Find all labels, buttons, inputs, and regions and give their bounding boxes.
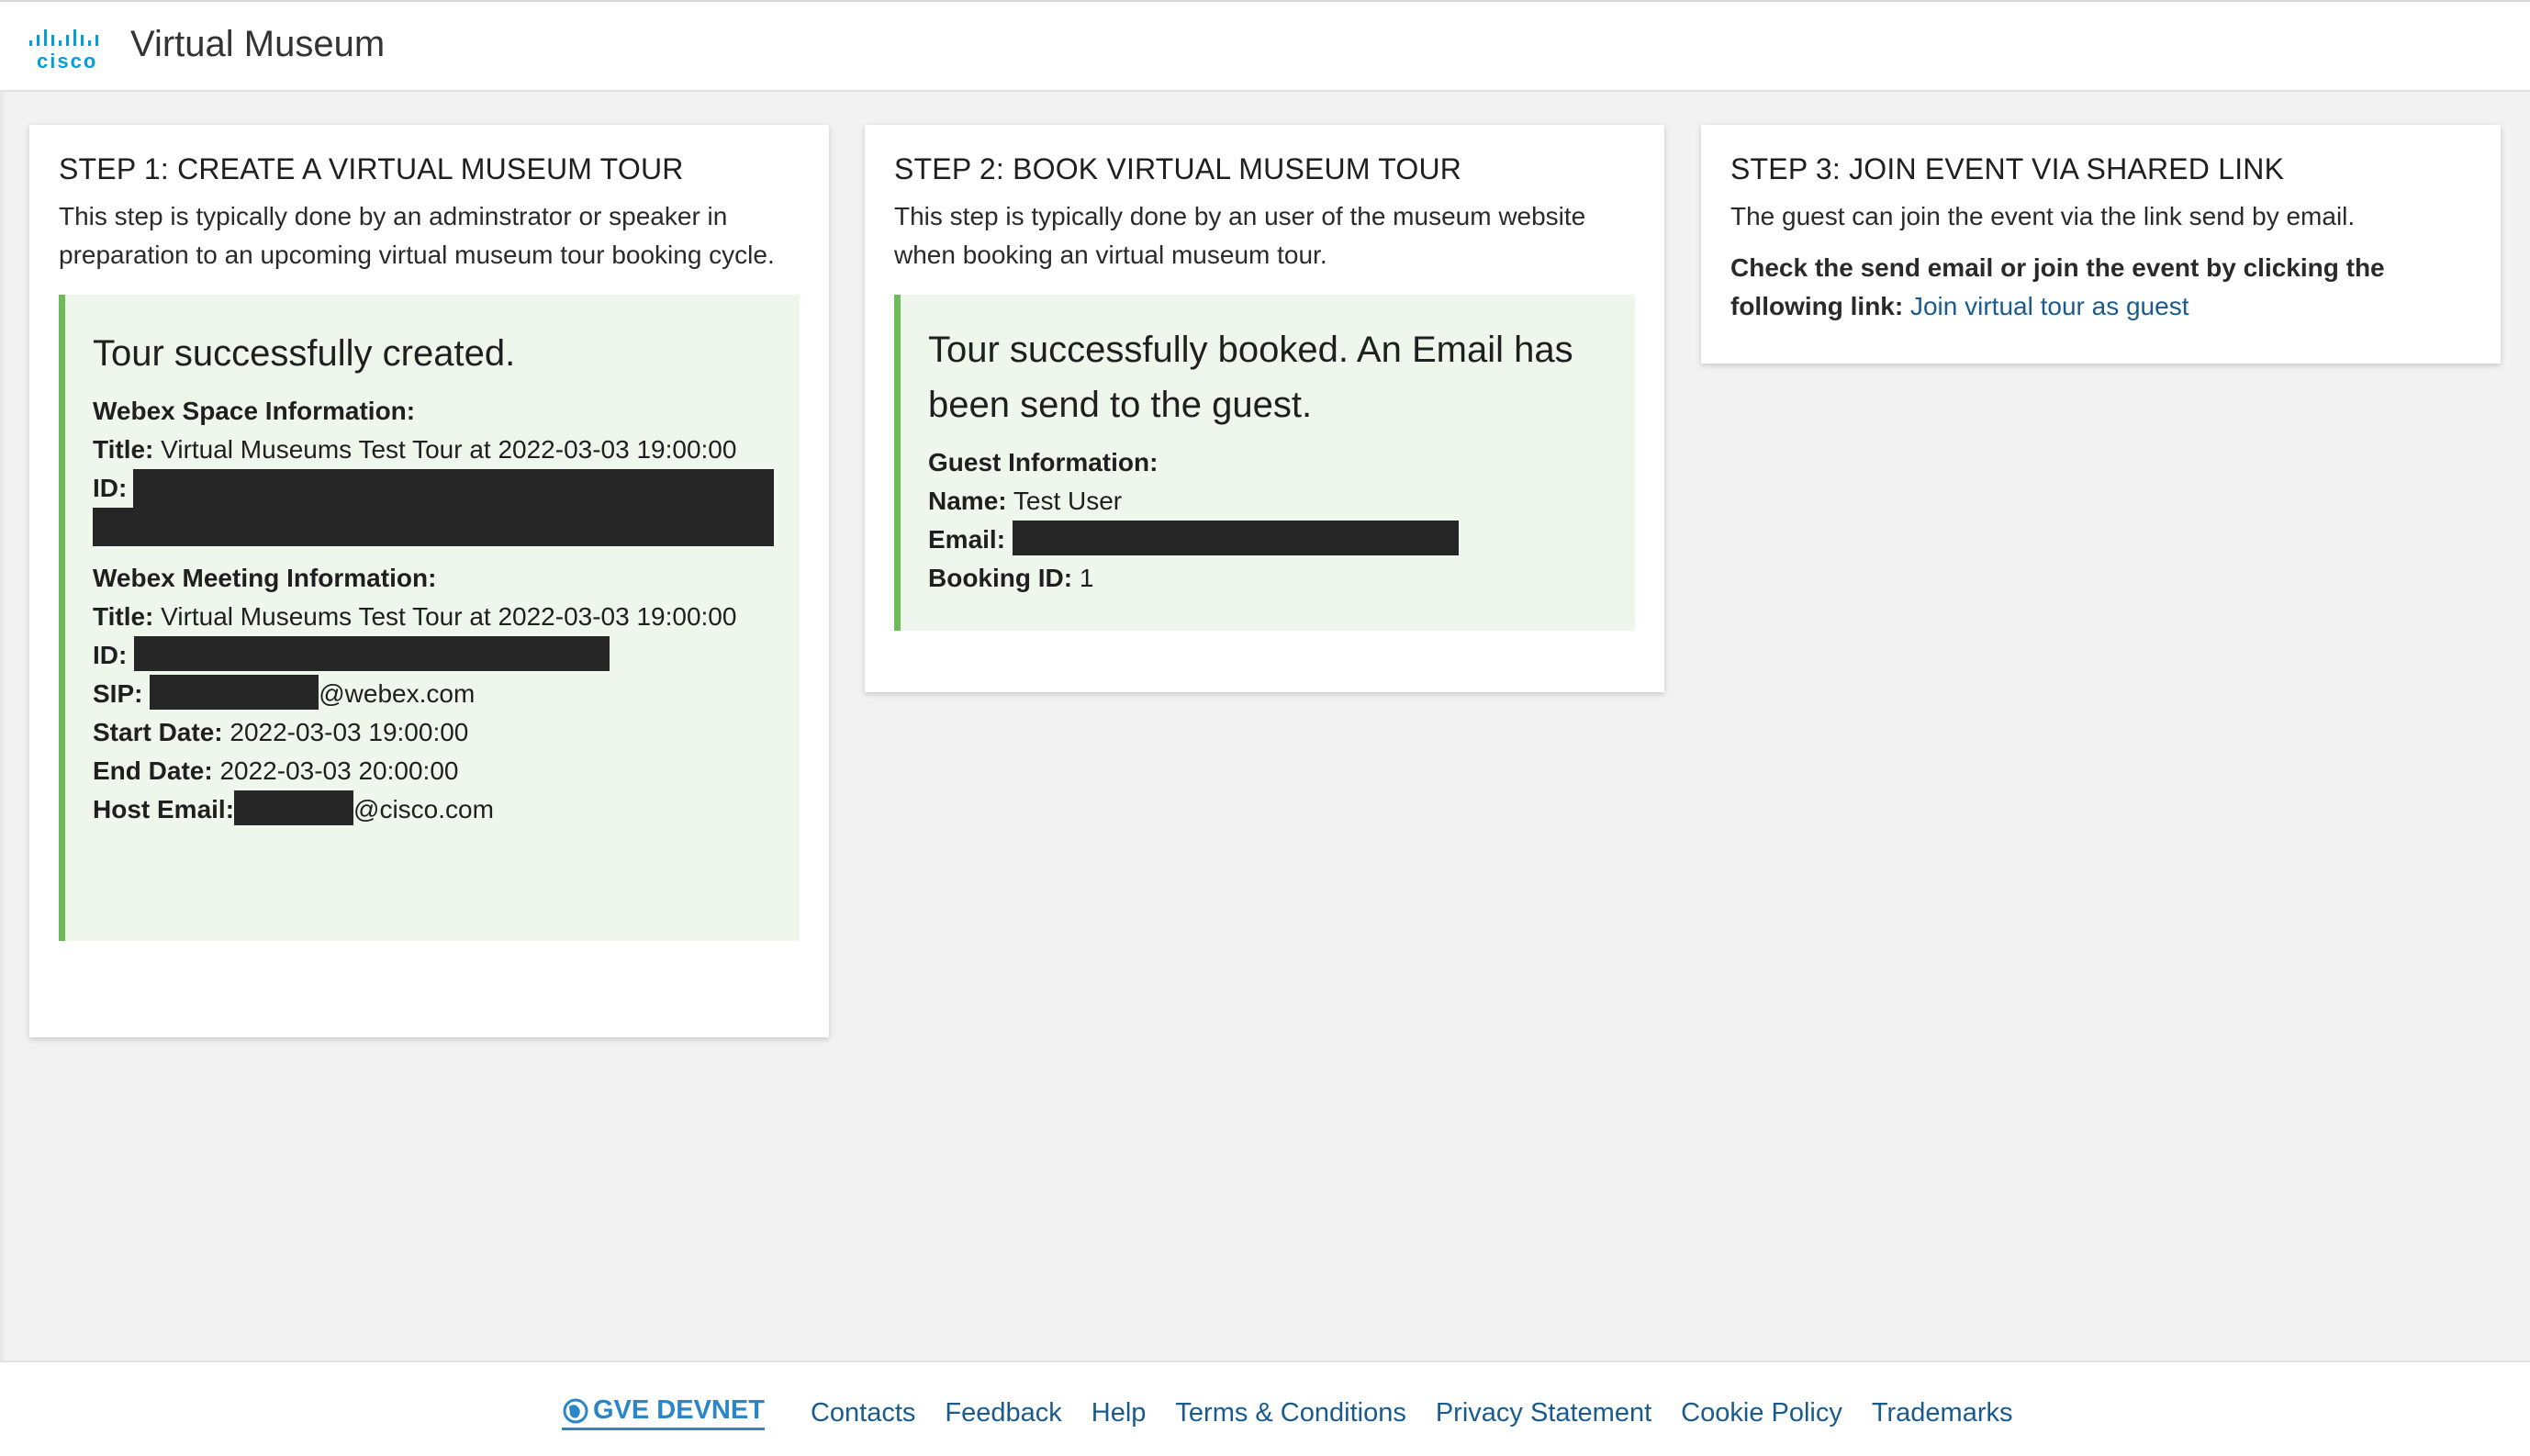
space-id-redacted-line2 bbox=[93, 508, 774, 546]
space-id-row: ID: bbox=[93, 469, 776, 546]
footer-link-cookie-policy[interactable]: Cookie Policy bbox=[1681, 1398, 1842, 1428]
step3-card: STEP 3: JOIN EVENT VIA SHARED LINK The g… bbox=[1701, 125, 2501, 364]
space-id-label: ID: bbox=[93, 474, 128, 502]
gve-devnet-text: GVE DEVNET bbox=[593, 1395, 765, 1425]
footer-link-contacts[interactable]: Contacts bbox=[811, 1398, 915, 1428]
footer-link-help[interactable]: Help bbox=[1091, 1398, 1147, 1428]
host-email-suffix: @cisco.com bbox=[353, 795, 494, 823]
space-id-redacted bbox=[133, 469, 774, 508]
guest-email-label: Email: bbox=[928, 525, 1006, 554]
step3-instruction-row: Check the send email or join the event b… bbox=[1730, 249, 2471, 326]
booking-id-value: 1 bbox=[1079, 564, 1094, 592]
step1-success-panel: Tour successfully created. Webex Space I… bbox=[59, 295, 800, 941]
space-info-heading: Webex Space Information: bbox=[93, 397, 416, 425]
app-title: Virtual Museum bbox=[130, 24, 386, 64]
step1-heading: STEP 1: CREATE A VIRTUAL MUSEUM TOUR bbox=[59, 152, 684, 185]
sip-row: SIP: @webex.com bbox=[93, 675, 776, 713]
guest-email-redacted bbox=[1012, 521, 1459, 555]
start-date-label: Start Date: bbox=[93, 718, 223, 746]
end-date-value: 2022-03-03 20:00:00 bbox=[219, 756, 459, 785]
step1-success-title: Tour successfully created. bbox=[93, 333, 516, 374]
step2-success-panel: Tour successfully booked. An Email has b… bbox=[894, 295, 1635, 631]
end-date-label: End Date: bbox=[93, 756, 213, 785]
join-tour-link[interactable]: Join virtual tour as guest bbox=[1910, 292, 2189, 320]
host-email-row: Host Email: @cisco.com bbox=[93, 790, 776, 829]
sip-redacted bbox=[150, 675, 319, 710]
globe-icon bbox=[563, 1398, 588, 1423]
guest-name-row: Name: Test User bbox=[928, 482, 1611, 521]
start-date-value: 2022-03-03 19:00:00 bbox=[229, 718, 469, 746]
step1-card: STEP 1: CREATE A VIRTUAL MUSEUM TOUR Thi… bbox=[29, 125, 829, 1037]
sip-label: SIP: bbox=[93, 679, 143, 708]
sip-suffix: @webex.com bbox=[319, 679, 476, 708]
meeting-id-label: ID: bbox=[93, 641, 128, 669]
footer-nav: GVE DEVNET Contacts Feedback Help Terms … bbox=[562, 1395, 2042, 1430]
app-header: cisco Virtual Museum bbox=[0, 0, 2530, 92]
svg-text:cisco: cisco bbox=[37, 50, 97, 72]
host-email-label: Host Email: bbox=[93, 795, 235, 823]
meeting-id-row: ID: bbox=[93, 636, 776, 675]
booking-id-label: Booking ID: bbox=[928, 564, 1073, 592]
space-title-value: Virtual Museums Test Tour at 2022-03-03 … bbox=[161, 435, 737, 464]
footer-link-privacy[interactable]: Privacy Statement bbox=[1436, 1398, 1651, 1428]
step3-description: The guest can join the event via the lin… bbox=[1730, 202, 2356, 230]
step1-description: This step is typically done by an admins… bbox=[59, 202, 775, 269]
footer-link-feedback[interactable]: Feedback bbox=[945, 1398, 1061, 1428]
meeting-title-label: Title: bbox=[93, 602, 154, 631]
meeting-id-redacted bbox=[134, 636, 610, 671]
guest-name-value: Test User bbox=[1013, 487, 1123, 515]
step3-heading: STEP 3: JOIN EVENT VIA SHARED LINK bbox=[1730, 152, 2285, 185]
guest-info-heading: Guest Information: bbox=[928, 448, 1159, 476]
cisco-logo-icon[interactable]: cisco bbox=[28, 28, 105, 72]
step2-heading: STEP 2: BOOK VIRTUAL MUSEUM TOUR bbox=[894, 152, 1462, 185]
step2-success-title: Tour successfully booked. An Email has b… bbox=[928, 330, 1573, 425]
footer-link-terms[interactable]: Terms & Conditions bbox=[1175, 1398, 1405, 1428]
meeting-info-heading: Webex Meeting Information: bbox=[93, 564, 437, 592]
page-footer: GVE DEVNET Contacts Feedback Help Terms … bbox=[0, 1361, 2530, 1456]
end-date-row: End Date: 2022-03-03 20:00:00 bbox=[93, 752, 776, 790]
space-title-row: Title: Virtual Museums Test Tour at 2022… bbox=[93, 431, 776, 469]
start-date-row: Start Date: 2022-03-03 19:00:00 bbox=[93, 713, 776, 752]
guest-email-row: Email: bbox=[928, 521, 1611, 559]
footer-link-trademarks[interactable]: Trademarks bbox=[1872, 1398, 2013, 1428]
step2-card: STEP 2: BOOK VIRTUAL MUSEUM TOUR This st… bbox=[865, 125, 1664, 692]
gve-devnet-logo[interactable]: GVE DEVNET bbox=[562, 1395, 765, 1430]
space-title-label: Title: bbox=[93, 435, 154, 464]
host-email-redacted bbox=[234, 790, 354, 825]
meeting-title-value: Virtual Museums Test Tour at 2022-03-03 … bbox=[161, 602, 737, 631]
step2-description: This step is typically done by an user o… bbox=[894, 202, 1586, 269]
booking-id-row: Booking ID: 1 bbox=[928, 559, 1611, 598]
guest-name-label: Name: bbox=[928, 487, 1007, 515]
left-edge-shadow bbox=[0, 92, 6, 1361]
meeting-title-row: Title: Virtual Museums Test Tour at 2022… bbox=[93, 598, 776, 636]
